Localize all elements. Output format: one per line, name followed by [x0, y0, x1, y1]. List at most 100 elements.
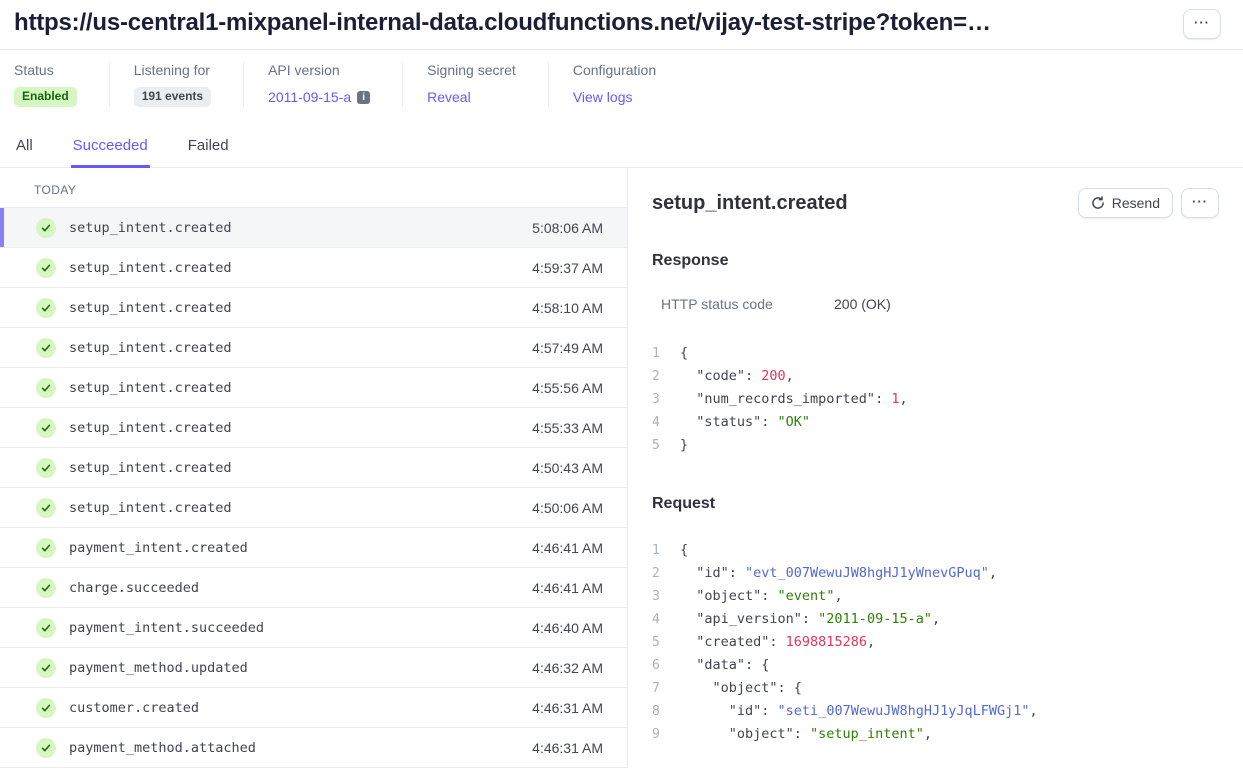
event-name: setup_intent.created: [69, 340, 532, 356]
meta-label: API version: [268, 62, 370, 78]
code-line-content: "object": {: [680, 677, 802, 700]
code-line: 3 "num_records_imported": 1,: [652, 388, 1219, 411]
success-check-icon: [36, 218, 56, 238]
code-line: 5 }: [652, 434, 1219, 457]
event-time: 4:46:32 AM: [532, 660, 603, 676]
code-line: 8 "id": "seti_007WewuJW8hgHJ1yJqLFWGj1",: [652, 700, 1219, 723]
line-number: 1: [652, 342, 664, 365]
event-list-panel: TODAY setup_intent.created 5:08:06 AM se…: [0, 168, 628, 768]
meta-label: Signing secret: [427, 62, 516, 78]
event-time: 4:46:41 AM: [532, 540, 603, 556]
meta-signing-secret: Signing secret Reveal: [402, 62, 548, 107]
line-number: 4: [652, 608, 664, 631]
event-time: 4:55:33 AM: [532, 420, 603, 436]
code-line-content: "object": "setup_intent",: [680, 723, 932, 746]
event-name: setup_intent.created: [69, 380, 532, 396]
event-name: setup_intent.created: [69, 420, 532, 436]
event-row[interactable]: setup_intent.created 4:59:37 AM: [0, 248, 627, 288]
code-line-content: }: [680, 434, 688, 457]
line-number: 4: [652, 411, 664, 434]
event-row[interactable]: payment_intent.created 4:46:41 AM: [0, 528, 627, 568]
event-row[interactable]: setup_intent.created 4:57:49 AM: [0, 328, 627, 368]
event-row[interactable]: setup_intent.created 4:58:10 AM: [0, 288, 627, 328]
line-number: 3: [652, 585, 664, 608]
code-line: 2 "id": "evt_007WewuJW8hgHJ1yWnevGPuq",: [652, 562, 1219, 585]
line-number: 7: [652, 677, 664, 700]
event-row[interactable]: customer.created 4:46:31 AM: [0, 688, 627, 728]
meta-label: Listening for: [134, 62, 211, 78]
status-badge: Enabled: [14, 87, 77, 106]
code-line: 7 "object": {: [652, 677, 1219, 700]
event-rows: setup_intent.created 5:08:06 AM setup_in…: [0, 208, 627, 768]
tab-failed[interactable]: Failed: [186, 133, 231, 168]
success-check-icon: [36, 338, 56, 358]
event-time: 4:50:06 AM: [532, 500, 603, 516]
success-check-icon: [36, 458, 56, 478]
success-check-icon: [36, 698, 56, 718]
line-number: 8: [652, 700, 664, 723]
code-line: 2 "code": 200,: [652, 365, 1219, 388]
code-line: 4 "api_version": "2011-09-15-a",: [652, 608, 1219, 631]
ellipsis-icon: ···: [1194, 16, 1210, 29]
code-line-content: "data": {: [680, 654, 769, 677]
http-status-label: HTTP status code: [661, 296, 834, 312]
request-code-block: 1 { 2 "id": "evt_007WewuJW8hgHJ1yWnevGPu…: [652, 539, 1219, 746]
success-check-icon: [36, 658, 56, 678]
meta-listening-for: Listening for 191 events: [109, 62, 243, 107]
event-name: charge.succeeded: [69, 580, 532, 596]
reveal-link[interactable]: Reveal: [427, 89, 471, 105]
event-row[interactable]: setup_intent.created 4:50:43 AM: [0, 448, 627, 488]
response-section-heading: Response: [652, 252, 1219, 270]
http-status-value: 200 (OK): [834, 296, 891, 312]
success-check-icon: [36, 738, 56, 758]
event-time: 4:46:41 AM: [532, 580, 603, 596]
resend-button-label: Resend: [1112, 195, 1160, 211]
event-time: 4:55:56 AM: [532, 380, 603, 396]
detail-overflow-button[interactable]: ···: [1181, 188, 1219, 218]
code-line-content: "id": "seti_007WewuJW8hgHJ1yJqLFWGj1",: [680, 700, 1038, 723]
tab-succeeded[interactable]: Succeeded: [71, 133, 150, 168]
event-time: 4:46:40 AM: [532, 620, 603, 636]
line-number: 6: [652, 654, 664, 677]
event-time: 4:58:10 AM: [532, 300, 603, 316]
event-name: payment_intent.created: [69, 540, 532, 556]
event-detail-panel: setup_intent.created Resend ··· Response…: [628, 168, 1243, 768]
line-number: 2: [652, 365, 664, 388]
event-time: 5:08:06 AM: [532, 220, 603, 236]
event-name: payment_method.updated: [69, 660, 532, 676]
event-name: setup_intent.created: [69, 460, 532, 476]
event-detail-title: setup_intent.created: [652, 192, 848, 215]
event-row[interactable]: payment_method.attached 4:46:31 AM: [0, 728, 627, 768]
line-number: 3: [652, 388, 664, 411]
header-overflow-button[interactable]: ···: [1183, 9, 1221, 39]
resend-button[interactable]: Resend: [1078, 188, 1173, 218]
event-row[interactable]: payment_intent.succeeded 4:46:40 AM: [0, 608, 627, 648]
detail-header: setup_intent.created Resend ···: [652, 188, 1219, 218]
event-time: 4:46:31 AM: [532, 740, 603, 756]
event-row[interactable]: setup_intent.created 5:08:06 AM: [0, 208, 627, 248]
event-row[interactable]: payment_method.updated 4:46:32 AM: [0, 648, 627, 688]
success-check-icon: [36, 378, 56, 398]
event-name: payment_method.attached: [69, 740, 532, 756]
line-number: 2: [652, 562, 664, 585]
tab-all[interactable]: All: [14, 133, 35, 168]
info-icon[interactable]: i: [357, 91, 370, 104]
api-version-link[interactable]: 2011-09-15-a: [268, 89, 351, 105]
event-row[interactable]: charge.succeeded 4:46:41 AM: [0, 568, 627, 608]
event-name: customer.created: [69, 700, 532, 716]
meta-label: Status: [14, 62, 77, 78]
code-line-content: "code": 200,: [680, 365, 794, 388]
event-time: 4:46:31 AM: [532, 700, 603, 716]
success-check-icon: [36, 578, 56, 598]
event-row[interactable]: setup_intent.created 4:55:33 AM: [0, 408, 627, 448]
view-logs-link[interactable]: View logs: [573, 89, 633, 105]
meta-api-version: API version 2011-09-15-a i: [243, 62, 402, 107]
event-time: 4:59:37 AM: [532, 260, 603, 276]
code-line-content: "id": "evt_007WewuJW8hgHJ1yWnevGPuq",: [680, 562, 997, 585]
code-line: 3 "object": "event",: [652, 585, 1219, 608]
event-row[interactable]: setup_intent.created 4:50:06 AM: [0, 488, 627, 528]
code-line: 1 {: [652, 539, 1219, 562]
line-number: 5: [652, 434, 664, 457]
event-row[interactable]: setup_intent.created 4:55:56 AM: [0, 368, 627, 408]
ellipsis-icon: ···: [1192, 195, 1208, 208]
